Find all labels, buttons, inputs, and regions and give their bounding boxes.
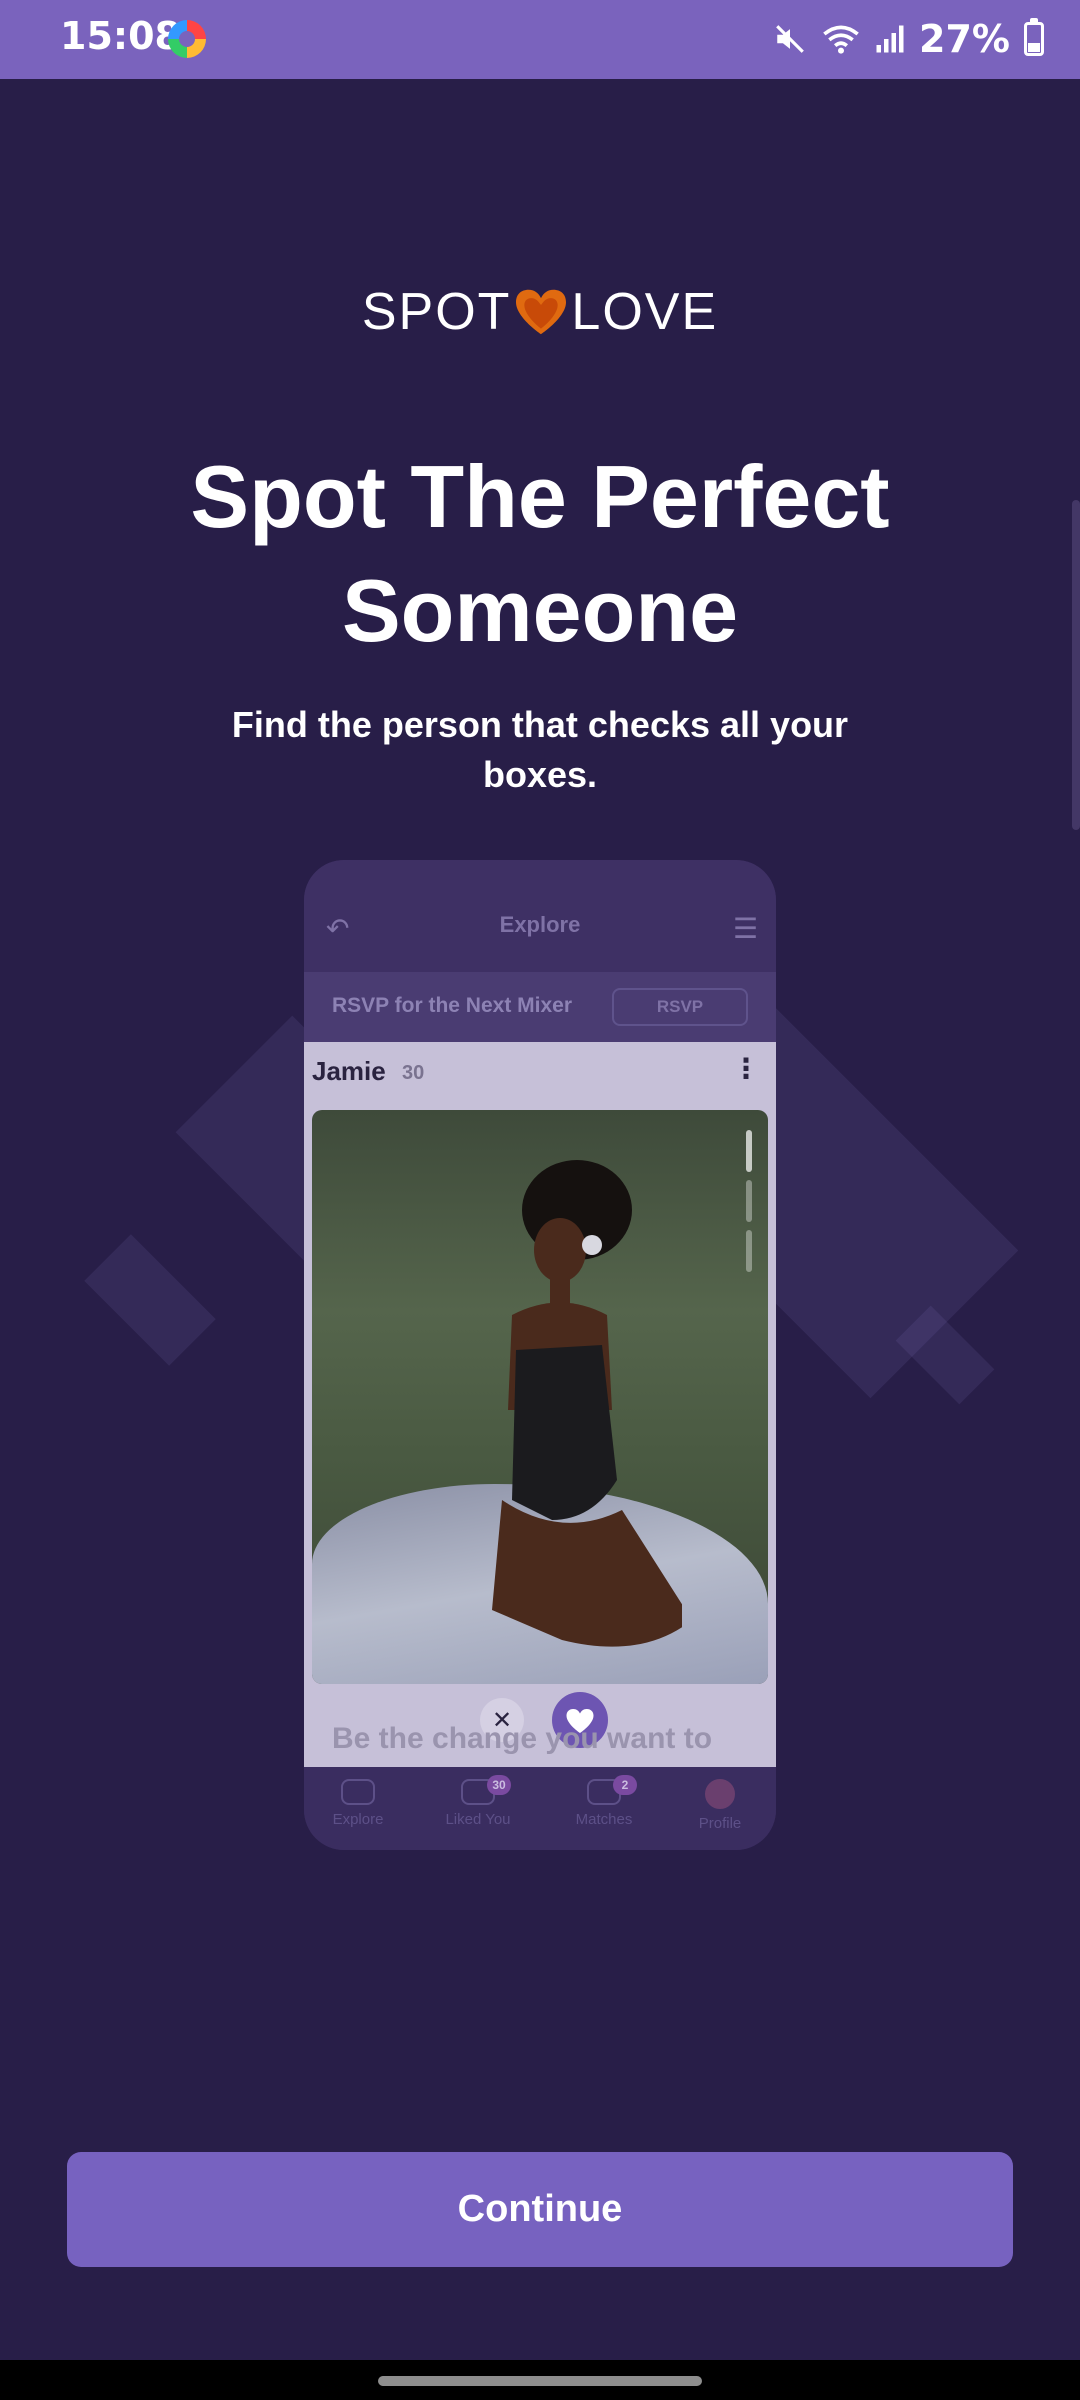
preview-nav-label: Profile	[698, 1815, 742, 1832]
preview-rsvp-text: RSVP for the Next Mixer	[332, 994, 573, 1017]
preview-rsvp-button: RSVP	[612, 988, 748, 1026]
mute-icon	[776, 25, 804, 53]
scroll-indicator[interactable]	[1072, 500, 1080, 830]
matches-badge: 2	[613, 1775, 637, 1795]
preview-profile-photo	[312, 1110, 768, 1684]
preview-profile-age: 30	[402, 1062, 425, 1084]
profile-icon	[705, 1779, 735, 1809]
preview-header: ↶ Explore ☰	[304, 860, 776, 972]
photo-indicator	[746, 1230, 752, 1272]
status-time: 15:08	[60, 14, 181, 58]
photo-indicator	[746, 1180, 752, 1222]
preview-nav-label: Explore	[332, 1811, 384, 1828]
preview-nav-matches: 2 Matches	[554, 1775, 654, 1828]
preview-bottom-nav: Explore 30 Liked You 2 Matches Profile	[304, 1767, 776, 1850]
preview-header-title: Explore	[499, 912, 581, 937]
system-nav-bar	[0, 2360, 1080, 2400]
app-notification-icon	[168, 20, 206, 58]
liked-you-badge: 30	[487, 1775, 511, 1795]
battery-percent: 27%	[919, 17, 1010, 61]
logo-text-right: LOVE	[571, 283, 719, 341]
explore-icon	[341, 1779, 375, 1805]
status-bar: 15:08 27%	[0, 0, 1080, 79]
preview-rsvp-banner: RSVP for the Next Mixer RSVP	[304, 972, 776, 1042]
app-preview-mockup: ↶ Explore ☰ RSVP for the Next Mixer RSVP…	[304, 860, 776, 1850]
more-options-icon: ⋮	[732, 1052, 760, 1085]
preview-nav-explore: Explore	[308, 1779, 408, 1828]
preview-nav-liked-you: 30 Liked You	[428, 1775, 528, 1828]
page-title: Spot The Perfect Someone	[0, 440, 1080, 668]
title-line-2: Someone	[341, 561, 739, 660]
matches-icon: 2	[587, 1775, 637, 1805]
filter-icon: ☰	[732, 912, 758, 945]
page-subtitle: Find the person that checks all your box…	[231, 704, 849, 795]
title-line-1: Spot The Perfect	[190, 447, 890, 546]
bg-decoration	[84, 1234, 216, 1366]
status-icons: 27%	[773, 14, 1044, 64]
continue-button[interactable]: Continue	[67, 2152, 1013, 2267]
preview-nav-label: Liked You	[445, 1811, 511, 1828]
liked-you-icon: 30	[461, 1775, 511, 1805]
preview-nav-profile: Profile	[670, 1779, 770, 1832]
photo-person	[492, 1160, 682, 1647]
wifi-icon	[823, 25, 859, 54]
photo-indicator	[746, 1130, 752, 1172]
battery-icon	[1024, 18, 1044, 56]
preview-profile-card: Jamie 30 ⋮ ✕ Be the change you want to	[304, 1042, 776, 1767]
home-handle[interactable]	[378, 2376, 702, 2386]
preview-profile-name: Jamie	[312, 1056, 386, 1086]
signal-icon	[876, 25, 904, 53]
logo-text-left: SPOT	[361, 283, 512, 341]
heart-icon	[516, 289, 567, 335]
preview-teaser-text: Be the change you want to	[332, 1722, 713, 1755]
app-logo: SPOT LOVE	[0, 282, 1080, 342]
preview-nav-label: Matches	[575, 1811, 633, 1828]
